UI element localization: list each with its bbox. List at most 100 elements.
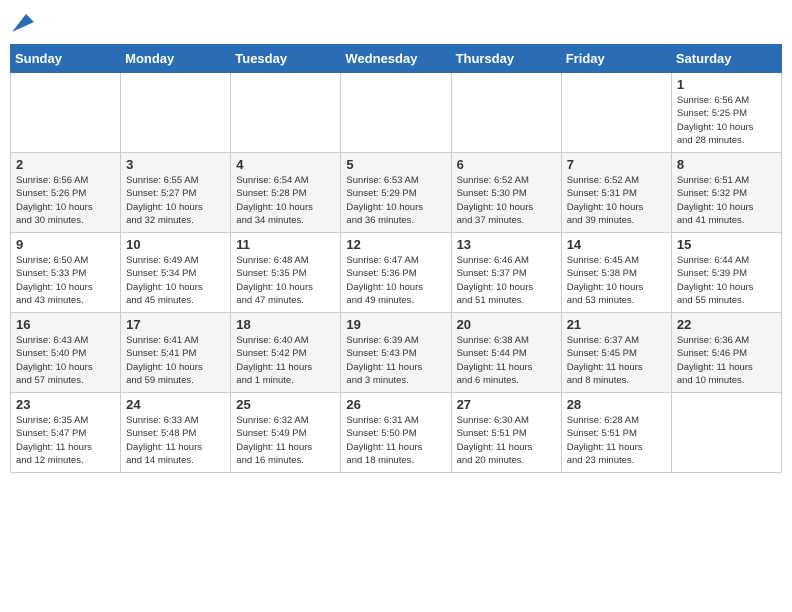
- day-number: 2: [16, 157, 115, 172]
- day-number: 21: [567, 317, 666, 332]
- day-info: Sunrise: 6:49 AM Sunset: 5:34 PM Dayligh…: [126, 254, 225, 307]
- table-row: 4 Sunrise: 6:54 AM Sunset: 5:28 PM Daylig…: [231, 153, 341, 233]
- table-row: 15 Sunrise: 6:44 AM Sunset: 5:39 PM Dayli…: [671, 233, 781, 313]
- day-number: 23: [16, 397, 115, 412]
- table-row: 10 Sunrise: 6:49 AM Sunset: 5:34 PM Dayli…: [121, 233, 231, 313]
- day-number: 13: [457, 237, 556, 252]
- table-row: 7 Sunrise: 6:52 AM Sunset: 5:31 PM Daylig…: [561, 153, 671, 233]
- table-row: 25 Sunrise: 6:32 AM Sunset: 5:49 PM Dayli…: [231, 393, 341, 473]
- table-row: [121, 73, 231, 153]
- day-info: Sunrise: 6:35 AM Sunset: 5:47 PM Dayligh…: [16, 414, 115, 467]
- col-monday: Monday: [121, 45, 231, 73]
- table-row: 18 Sunrise: 6:40 AM Sunset: 5:42 PM Dayli…: [231, 313, 341, 393]
- day-info: Sunrise: 6:52 AM Sunset: 5:31 PM Dayligh…: [567, 174, 666, 227]
- day-info: Sunrise: 6:56 AM Sunset: 5:25 PM Dayligh…: [677, 94, 776, 147]
- day-number: 7: [567, 157, 666, 172]
- table-row: 28 Sunrise: 6:28 AM Sunset: 5:51 PM Dayli…: [561, 393, 671, 473]
- table-row: 1 Sunrise: 6:56 AM Sunset: 5:25 PM Daylig…: [671, 73, 781, 153]
- table-row: 20 Sunrise: 6:38 AM Sunset: 5:44 PM Dayli…: [451, 313, 561, 393]
- table-row: 2 Sunrise: 6:56 AM Sunset: 5:26 PM Daylig…: [11, 153, 121, 233]
- day-info: Sunrise: 6:39 AM Sunset: 5:43 PM Dayligh…: [346, 334, 445, 387]
- day-number: 15: [677, 237, 776, 252]
- table-row: [11, 73, 121, 153]
- day-info: Sunrise: 6:30 AM Sunset: 5:51 PM Dayligh…: [457, 414, 556, 467]
- day-info: Sunrise: 6:53 AM Sunset: 5:29 PM Dayligh…: [346, 174, 445, 227]
- day-info: Sunrise: 6:55 AM Sunset: 5:27 PM Dayligh…: [126, 174, 225, 227]
- table-row: 27 Sunrise: 6:30 AM Sunset: 5:51 PM Dayli…: [451, 393, 561, 473]
- table-row: 26 Sunrise: 6:31 AM Sunset: 5:50 PM Dayli…: [341, 393, 451, 473]
- day-number: 14: [567, 237, 666, 252]
- table-row: [561, 73, 671, 153]
- day-number: 17: [126, 317, 225, 332]
- day-info: Sunrise: 6:45 AM Sunset: 5:38 PM Dayligh…: [567, 254, 666, 307]
- table-row: 6 Sunrise: 6:52 AM Sunset: 5:30 PM Daylig…: [451, 153, 561, 233]
- day-number: 26: [346, 397, 445, 412]
- day-info: Sunrise: 6:41 AM Sunset: 5:41 PM Dayligh…: [126, 334, 225, 387]
- table-row: 11Sunrise: 6:48 AM Sunset: 5:35 PM Dayli…: [231, 233, 341, 313]
- day-number: 22: [677, 317, 776, 332]
- day-info: Sunrise: 6:36 AM Sunset: 5:46 PM Dayligh…: [677, 334, 776, 387]
- table-row: 14 Sunrise: 6:45 AM Sunset: 5:38 PM Dayli…: [561, 233, 671, 313]
- day-info: Sunrise: 6:28 AM Sunset: 5:51 PM Dayligh…: [567, 414, 666, 467]
- page-wrapper: Sunday Monday Tuesday Wednesday Thursday…: [10, 10, 782, 473]
- table-row: 17 Sunrise: 6:41 AM Sunset: 5:41 PM Dayli…: [121, 313, 231, 393]
- col-tuesday: Tuesday: [231, 45, 341, 73]
- day-info: Sunrise: 6:37 AM Sunset: 5:45 PM Dayligh…: [567, 334, 666, 387]
- day-number: 28: [567, 397, 666, 412]
- table-row: [671, 393, 781, 473]
- day-number: 16: [16, 317, 115, 332]
- header: [10, 10, 782, 36]
- day-number: 1: [677, 77, 776, 92]
- col-wednesday: Wednesday: [341, 45, 451, 73]
- day-number: 25: [236, 397, 335, 412]
- table-row: [231, 73, 341, 153]
- col-saturday: Saturday: [671, 45, 781, 73]
- table-row: 21 Sunrise: 6:37 AM Sunset: 5:45 PM Dayli…: [561, 313, 671, 393]
- day-info: Sunrise: 6:44 AM Sunset: 5:39 PM Dayligh…: [677, 254, 776, 307]
- table-row: 22 Sunrise: 6:36 AM Sunset: 5:46 PM Dayli…: [671, 313, 781, 393]
- day-number: 8: [677, 157, 776, 172]
- day-number: 20: [457, 317, 556, 332]
- day-info: Sunrise: 6:56 AM Sunset: 5:26 PM Dayligh…: [16, 174, 115, 227]
- header-row: Sunday Monday Tuesday Wednesday Thursday…: [11, 45, 782, 73]
- calendar-table: Sunday Monday Tuesday Wednesday Thursday…: [10, 44, 782, 473]
- table-row: [451, 73, 561, 153]
- day-number: 5: [346, 157, 445, 172]
- table-row: 3 Sunrise: 6:55 AM Sunset: 5:27 PM Daylig…: [121, 153, 231, 233]
- day-info: Sunrise: 6:50 AM Sunset: 5:33 PM Dayligh…: [16, 254, 115, 307]
- day-number: 3: [126, 157, 225, 172]
- day-number: 9: [16, 237, 115, 252]
- day-info: Sunrise: 6:40 AM Sunset: 5:42 PM Dayligh…: [236, 334, 335, 387]
- col-thursday: Thursday: [451, 45, 561, 73]
- day-info: Sunrise: 6:31 AM Sunset: 5:50 PM Dayligh…: [346, 414, 445, 467]
- col-friday: Friday: [561, 45, 671, 73]
- table-row: 16 Sunrise: 6:43 AM Sunset: 5:40 PM Dayli…: [11, 313, 121, 393]
- table-row: [341, 73, 451, 153]
- day-number: 4: [236, 157, 335, 172]
- table-row: 5 Sunrise: 6:53 AM Sunset: 5:29 PM Daylig…: [341, 153, 451, 233]
- day-info: Sunrise: 6:32 AM Sunset: 5:49 PM Dayligh…: [236, 414, 335, 467]
- day-info: Sunrise: 6:38 AM Sunset: 5:44 PM Dayligh…: [457, 334, 556, 387]
- table-row: 13 Sunrise: 6:46 AM Sunset: 5:37 PM Dayli…: [451, 233, 561, 313]
- day-number: 18: [236, 317, 335, 332]
- day-info: Sunrise: 6:51 AM Sunset: 5:32 PM Dayligh…: [677, 174, 776, 227]
- table-row: 9 Sunrise: 6:50 AM Sunset: 5:33 PM Daylig…: [11, 233, 121, 313]
- day-number: 10: [126, 237, 225, 252]
- table-row: 24 Sunrise: 6:33 AM Sunset: 5:48 PM Dayli…: [121, 393, 231, 473]
- day-info: Sunrise: 6:43 AM Sunset: 5:40 PM Dayligh…: [16, 334, 115, 387]
- day-info: Sunrise: 6:46 AM Sunset: 5:37 PM Dayligh…: [457, 254, 556, 307]
- day-number: 12: [346, 237, 445, 252]
- day-number: 24: [126, 397, 225, 412]
- day-info: Sunrise: 6:54 AM Sunset: 5:28 PM Dayligh…: [236, 174, 335, 227]
- col-sunday: Sunday: [11, 45, 121, 73]
- day-info: Sunrise: 6:48 AM Sunset: 5:35 PM Dayligh…: [236, 254, 335, 307]
- logo-icon: [12, 14, 34, 32]
- table-row: 8 Sunrise: 6:51 AM Sunset: 5:32 PM Daylig…: [671, 153, 781, 233]
- day-info: Sunrise: 6:52 AM Sunset: 5:30 PM Dayligh…: [457, 174, 556, 227]
- day-number: 19: [346, 317, 445, 332]
- table-row: 23 Sunrise: 6:35 AM Sunset: 5:47 PM Dayli…: [11, 393, 121, 473]
- day-info: Sunrise: 6:33 AM Sunset: 5:48 PM Dayligh…: [126, 414, 225, 467]
- day-number: 6: [457, 157, 556, 172]
- day-number: 27: [457, 397, 556, 412]
- table-row: 19 Sunrise: 6:39 AM Sunset: 5:43 PM Dayli…: [341, 313, 451, 393]
